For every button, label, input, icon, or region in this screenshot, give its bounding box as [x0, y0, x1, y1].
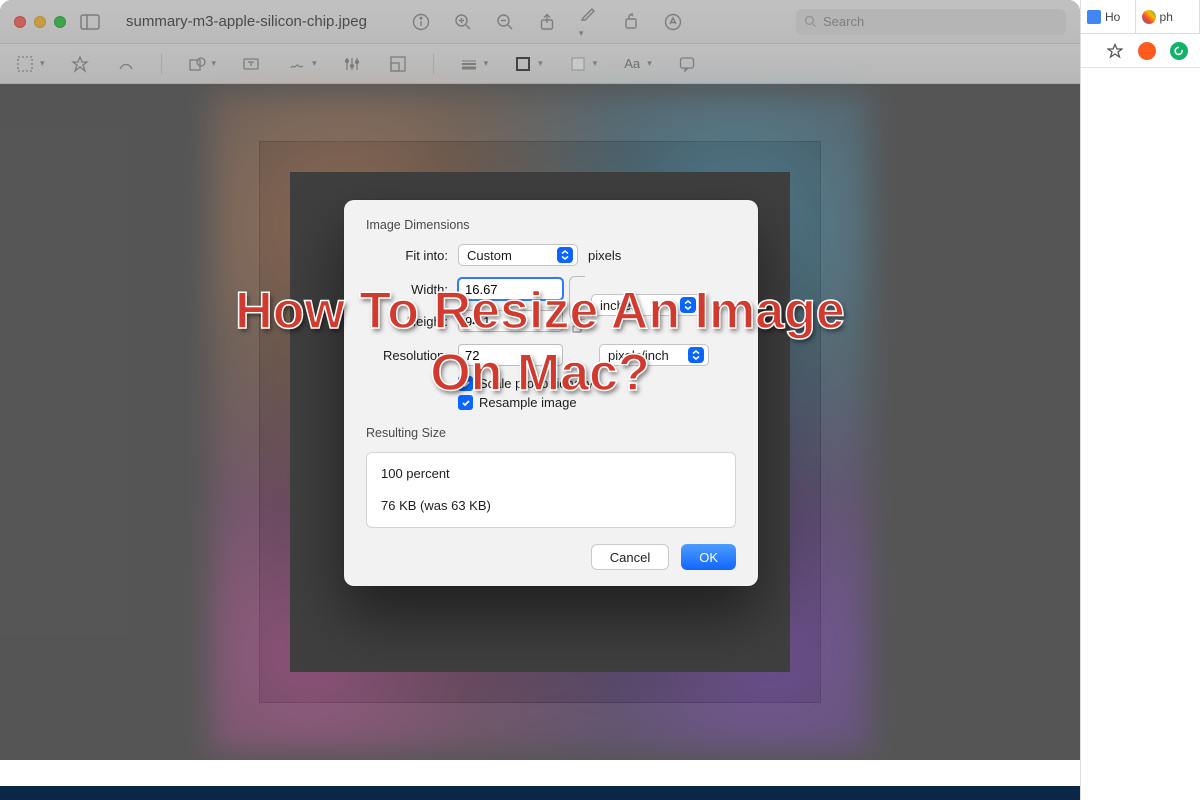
height-input[interactable]: [458, 310, 563, 332]
fit-into-label: Fit into:: [366, 248, 458, 263]
result-filesize: 76 KB (was 63 KB): [381, 497, 721, 515]
resample-label: Resample image: [479, 395, 577, 410]
cancel-button[interactable]: Cancel: [591, 544, 669, 570]
browser-strip: Ho ph: [1080, 0, 1200, 800]
fit-into-unit: pixels: [588, 248, 621, 263]
resolution-label: Resolution:: [366, 348, 458, 363]
browser-tabs: Ho ph: [1081, 0, 1200, 34]
updown-arrows-icon: [680, 297, 696, 313]
resolution-unit-value: pixels/inch: [608, 348, 669, 363]
resulting-size-box: 100 percent 76 KB (was 63 KB): [366, 452, 736, 528]
resample-image-checkbox[interactable]: Resample image: [458, 395, 736, 410]
extension-icon[interactable]: [1138, 42, 1156, 60]
result-percent: 100 percent: [381, 465, 721, 483]
resolution-unit-select[interactable]: pixels/inch: [599, 344, 709, 366]
width-label: Width:: [366, 282, 458, 297]
lock-aspect[interactable]: [569, 276, 585, 334]
bookmark-star-icon[interactable]: [1106, 42, 1124, 60]
updown-arrows-icon: [688, 347, 704, 363]
ok-button[interactable]: OK: [681, 544, 736, 570]
checkmark-icon: [458, 395, 473, 410]
fit-into-select[interactable]: Custom: [458, 244, 578, 266]
browser-tab-1[interactable]: Ho: [1081, 0, 1136, 33]
preview-window: summary-m3-apple-silicon-chip.jpeg ▾ Sea…: [0, 0, 1080, 760]
adjust-size-dialog: Image Dimensions Fit into: Custom pixels…: [344, 200, 758, 586]
scale-proportionally-checkbox[interactable]: Scale proportionally: [458, 376, 736, 391]
height-label: Height:: [366, 314, 458, 329]
resolution-input[interactable]: [458, 344, 563, 366]
grammarly-icon[interactable]: [1170, 42, 1188, 60]
browser-tab-2[interactable]: ph: [1136, 0, 1200, 33]
browser-toolbar: [1081, 34, 1200, 68]
fit-into-value: Custom: [467, 248, 512, 263]
dimensions-heading: Image Dimensions: [366, 218, 736, 232]
footer-peek: [0, 786, 1080, 800]
google-favicon-icon: [1142, 10, 1156, 24]
resulting-size-heading: Resulting Size: [366, 426, 736, 440]
checkmark-icon: [458, 376, 473, 391]
tab-label: ph: [1160, 10, 1173, 24]
favicon-icon: [1087, 10, 1101, 24]
wh-unit-value: inches: [600, 298, 638, 313]
tab-label: Ho: [1105, 10, 1120, 24]
wh-unit-select[interactable]: inches: [591, 294, 701, 316]
width-input[interactable]: [458, 278, 563, 300]
scale-label: Scale proportionally: [479, 376, 593, 391]
updown-arrows-icon: [557, 247, 573, 263]
lock-icon: [570, 320, 584, 334]
